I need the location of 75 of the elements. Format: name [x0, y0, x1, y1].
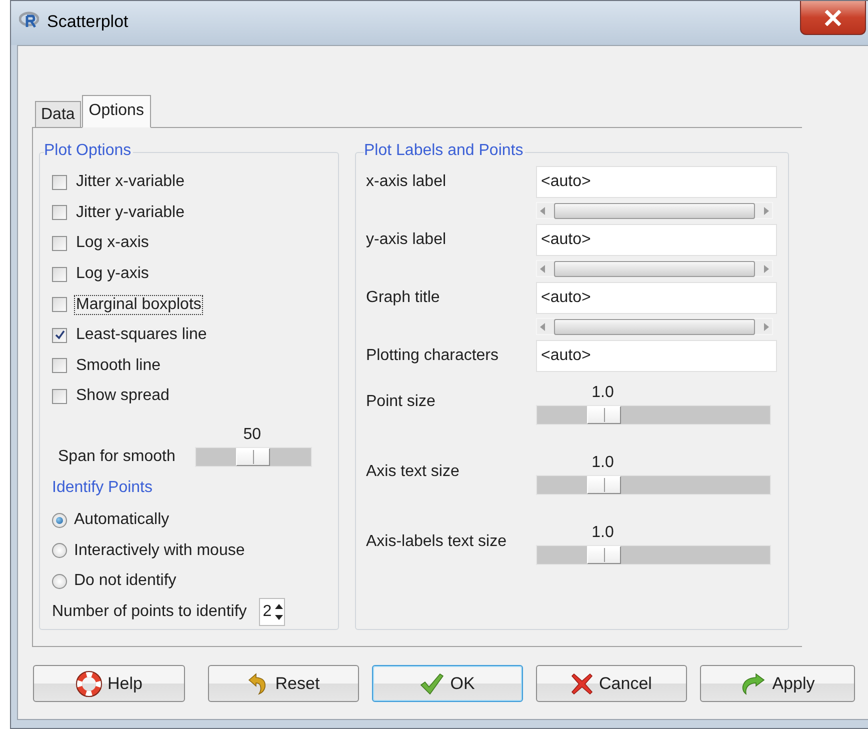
radio-label[interactable]: Automatically: [74, 511, 170, 530]
input-field[interactable]: <auto>: [536, 166, 777, 198]
checkbox[interactable]: [52, 205, 67, 220]
horizontal-scrollbar[interactable]: [536, 202, 773, 219]
slider[interactable]: [536, 405, 771, 425]
checkbox[interactable]: [52, 297, 67, 312]
slider-thumb[interactable]: [236, 448, 270, 466]
field-label: y-axis label: [366, 231, 448, 249]
group-title: Plot Options: [44, 142, 134, 160]
checkbox-label[interactable]: Show spread: [74, 386, 172, 406]
slider-value: 50: [242, 426, 262, 444]
apply-button[interactable]: Apply: [700, 665, 855, 702]
lifebuoy-icon: [76, 670, 102, 696]
scroll-left-arrow-icon[interactable]: [540, 206, 545, 214]
redo-arrow-icon: [740, 672, 766, 694]
input-field[interactable]: <auto>: [536, 340, 777, 372]
slider-label: Point size: [366, 393, 436, 411]
section-title: Identify Points: [52, 478, 154, 497]
field-label: Graph title: [366, 289, 441, 307]
number-spinner[interactable]: 2: [258, 598, 285, 626]
checkbox-label[interactable]: Least-squares line: [74, 325, 209, 346]
check-mark-icon: [54, 330, 64, 340]
slider[interactable]: [195, 446, 312, 467]
help-button[interactable]: Help: [33, 665, 185, 702]
slider-value: 1.0: [590, 454, 615, 472]
checkbox-label[interactable]: Marginal boxplots: [74, 294, 204, 315]
app-icon: [19, 11, 39, 29]
checkbox[interactable]: [52, 358, 67, 374]
slider-thumb[interactable]: [586, 476, 621, 494]
radio-label[interactable]: Interactively with mouse: [74, 542, 245, 560]
cancel-button[interactable]: Cancel: [536, 665, 687, 702]
slider-thumb[interactable]: [586, 546, 621, 564]
checkbox-label[interactable]: Log y-axis: [74, 264, 151, 284]
slider-value: 1.0: [590, 524, 615, 542]
checkbox[interactable]: [52, 328, 67, 343]
input-field[interactable]: <auto>: [536, 282, 777, 314]
cross-icon: [571, 672, 594, 694]
checkbox[interactable]: [52, 388, 67, 404]
scroll-left-arrow-icon[interactable]: [540, 322, 545, 330]
checkbox[interactable]: [52, 174, 67, 190]
reset-button[interactable]: Reset: [208, 665, 359, 702]
checkbox[interactable]: [52, 266, 67, 282]
scroll-right-arrow-icon[interactable]: [764, 264, 769, 272]
horizontal-scrollbar[interactable]: [536, 318, 773, 335]
checkbox-label[interactable]: Log x-axis: [74, 233, 151, 254]
ok-button[interactable]: OK: [372, 665, 523, 702]
radio-button[interactable]: [52, 512, 67, 528]
input-field[interactable]: <auto>: [536, 224, 777, 256]
checkbox[interactable]: [52, 236, 67, 251]
field-label: x-axis label: [366, 173, 448, 191]
radio-button[interactable]: [52, 543, 67, 558]
field-label: Plotting characters: [366, 347, 500, 365]
radio-label[interactable]: Do not identify: [74, 572, 176, 590]
slider-label: Axis text size: [366, 463, 460, 481]
tab[interactable]: Options: [82, 95, 151, 128]
slider[interactable]: [536, 545, 771, 565]
radio-button[interactable]: [52, 574, 67, 589]
slider-thumb[interactable]: [586, 406, 621, 424]
checkbox-label[interactable]: Jitter x-variable: [74, 172, 186, 192]
close-button[interactable]: [800, 1, 866, 35]
close-icon: [824, 10, 842, 26]
horizontal-scrollbar[interactable]: [536, 260, 773, 277]
scroll-left-arrow-icon[interactable]: [540, 264, 545, 272]
spinner-label: Number of points to identify: [52, 602, 247, 621]
checkbox-label[interactable]: Smooth line: [74, 356, 162, 376]
slider[interactable]: [536, 475, 771, 495]
checkbox-label[interactable]: Jitter y-variable: [74, 202, 186, 223]
slider-value: 1.0: [590, 384, 615, 402]
check-icon: [420, 672, 444, 694]
window-title: Scatterplot: [47, 12, 128, 32]
slider-label: Span for smooth: [58, 448, 176, 466]
slider-label: Axis-labels text size: [366, 533, 508, 551]
tab[interactable]: Data: [35, 101, 81, 128]
scroll-right-arrow-icon[interactable]: [764, 322, 769, 330]
scroll-right-arrow-icon[interactable]: [764, 206, 769, 214]
